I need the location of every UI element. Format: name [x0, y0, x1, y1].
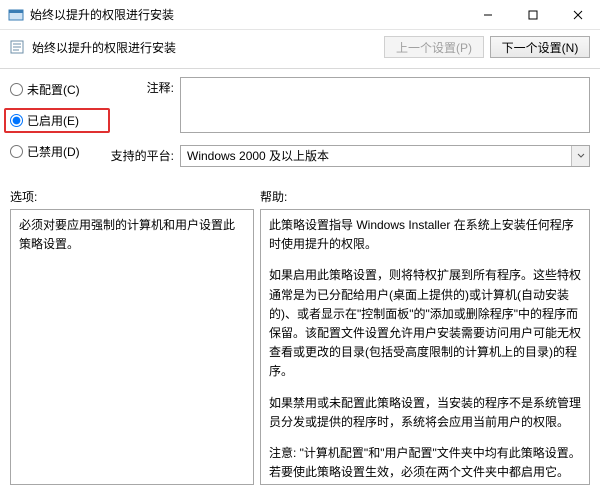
radio-enabled-label: 已启用(E)	[27, 112, 79, 129]
upper-area: 未配置(C) 已启用(E) 已禁用(D) 注释: 支持的平台: Windows …	[0, 69, 600, 174]
radio-not-configured-label: 未配置(C)	[27, 81, 80, 98]
options-text: 必须对要应用强制的计算机和用户设置此策略设置。	[19, 218, 235, 251]
platform-label: 支持的平台:	[110, 145, 180, 164]
chevron-down-icon[interactable]	[571, 146, 589, 166]
close-button[interactable]	[555, 0, 600, 30]
radio-disabled-input[interactable]	[10, 145, 23, 158]
options-panel: 必须对要应用强制的计算机和用户设置此策略设置。	[10, 209, 254, 485]
prev-setting-button[interactable]: 上一个设置(P)	[384, 36, 484, 58]
radio-enabled-input[interactable]	[10, 114, 23, 127]
help-label: 帮助:	[260, 188, 590, 205]
state-radios: 未配置(C) 已启用(E) 已禁用(D)	[10, 77, 110, 170]
platform-select[interactable]: Windows 2000 及以上版本	[180, 145, 590, 167]
radio-not-configured[interactable]: 未配置(C)	[10, 81, 110, 98]
minimize-button[interactable]	[465, 0, 510, 30]
radio-not-configured-input[interactable]	[10, 83, 23, 96]
help-panel[interactable]: 此策略设置指导 Windows Installer 在系统上安装任何程序时使用提…	[260, 209, 590, 485]
help-p2: 如果启用此策略设置，则将特权扩展到所有程序。这些特权通常是为已分配给用户(桌面上…	[269, 266, 581, 381]
platform-value: Windows 2000 及以上版本	[181, 147, 571, 164]
options-label: 选项:	[10, 188, 260, 205]
fields-grid: 注释: 支持的平台: Windows 2000 及以上版本	[110, 77, 590, 170]
help-p4: 注意: "计算机配置"和"用户配置"文件夹中均有此策略设置。若要使此策略设置生效…	[269, 444, 581, 482]
radio-disabled-label: 已禁用(D)	[27, 143, 80, 160]
section-labels: 选项: 帮助:	[0, 174, 600, 207]
lower-area: 必须对要应用强制的计算机和用户设置此策略设置。 此策略设置指导 Windows …	[0, 207, 600, 485]
help-p3: 如果禁用或未配置此策略设置，当安装的程序不是系统管理员分发或提供的程序时，系统将…	[269, 394, 581, 432]
app-icon	[8, 7, 24, 23]
radio-enabled[interactable]: 已启用(E)	[4, 108, 110, 133]
comment-label: 注释:	[110, 77, 180, 96]
next-setting-button[interactable]: 下一个设置(N)	[490, 36, 590, 58]
titlebar: 始终以提升的权限进行安装	[0, 0, 600, 30]
header-title: 始终以提升的权限进行安装	[32, 39, 384, 56]
window-controls	[465, 0, 600, 30]
policy-icon	[10, 39, 26, 55]
window-title: 始终以提升的权限进行安装	[30, 6, 465, 23]
comment-input[interactable]	[180, 77, 590, 133]
radio-disabled[interactable]: 已禁用(D)	[10, 143, 110, 160]
header-row: 始终以提升的权限进行安装 上一个设置(P) 下一个设置(N)	[0, 30, 600, 69]
help-p1: 此策略设置指导 Windows Installer 在系统上安装任何程序时使用提…	[269, 216, 581, 254]
maximize-button[interactable]	[510, 0, 555, 30]
